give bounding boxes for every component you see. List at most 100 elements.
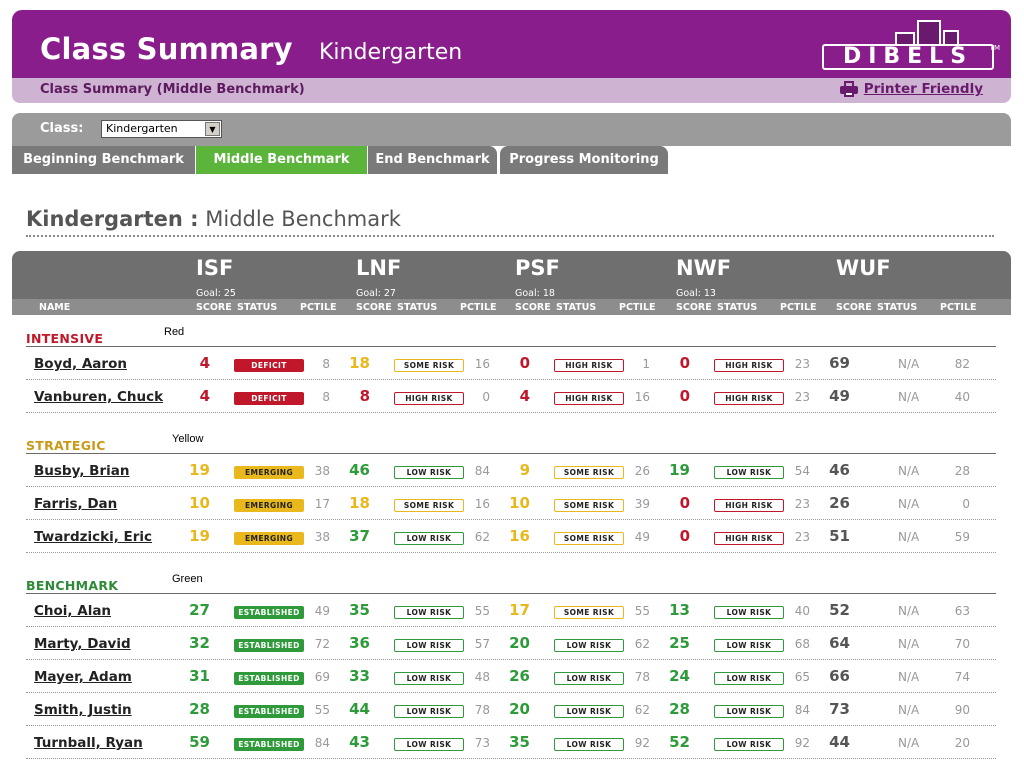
status-badge: HIGH RISK: [554, 359, 624, 372]
score-value: 19: [189, 527, 210, 545]
percentile-value: 62: [634, 637, 650, 651]
tab-beginning-benchmark[interactable]: Beginning Benchmark: [12, 146, 195, 174]
percentile-value: 65: [794, 670, 810, 684]
printer-friendly-link[interactable]: Printer Friendly: [839, 81, 983, 97]
row-divider: [26, 692, 996, 693]
status-badge: LOW RISK: [554, 672, 624, 685]
status-na: N/A: [898, 464, 920, 478]
class-select[interactable]: Kindergarten ▼: [101, 120, 222, 138]
section-heading-grade: Kindergarten :: [26, 207, 199, 231]
score-value: 52: [829, 601, 850, 619]
status-badge: SOME RISK: [394, 359, 464, 372]
score-value: 31: [189, 667, 210, 685]
student-name-link[interactable]: Mayer, Adam: [34, 669, 132, 685]
percentile-value: 74: [954, 670, 970, 684]
dibels-logo: DIBELS TM: [822, 20, 1000, 72]
student-name-link[interactable]: Busby, Brian: [34, 463, 129, 479]
tab-end-benchmark[interactable]: End Benchmark: [368, 146, 497, 174]
section-heading: Kindergarten : Middle Benchmark: [26, 207, 401, 231]
score-value: 4: [199, 354, 210, 372]
student-name-link[interactable]: Twardzicki, Eric: [34, 529, 152, 545]
goal-psf: Goal: 18: [515, 288, 555, 299]
status-badge: SOME RISK: [554, 532, 624, 545]
percentile-value: 82: [954, 357, 970, 371]
sub-header-bar: Class Summary (Middle Benchmark) Printer…: [12, 78, 1011, 103]
row-divider: [26, 758, 996, 759]
percentile-value: 23: [794, 530, 810, 544]
percentile-value: 63: [954, 604, 970, 618]
status-badge: LOW RISK: [394, 532, 464, 545]
status-na: N/A: [898, 736, 920, 750]
percentile-value: 8: [322, 390, 330, 404]
status-badge: EMERGING: [234, 499, 304, 512]
group-note: Yellow: [172, 433, 204, 445]
percentile-value: 55: [314, 703, 330, 717]
student-name-link[interactable]: Boyd, Aaron: [34, 356, 127, 372]
percentile-value: 0: [482, 390, 490, 404]
column-header-pctile-0: PCTILE: [300, 302, 337, 313]
percentile-value: 55: [634, 604, 650, 618]
status-na: N/A: [898, 497, 920, 511]
goal-nwf: Goal: 13: [676, 288, 716, 299]
status-na: N/A: [898, 357, 920, 371]
percentile-value: 68: [794, 637, 810, 651]
row-divider: [26, 519, 996, 520]
column-header-pctile-1: PCTILE: [460, 302, 497, 313]
percentile-value: 23: [794, 497, 810, 511]
student-name-link[interactable]: Farris, Dan: [34, 496, 117, 512]
class-select-value: Kindergarten: [106, 122, 178, 135]
row-divider: [26, 626, 996, 627]
status-badge: LOW RISK: [394, 466, 464, 479]
student-name-link[interactable]: Choi, Alan: [34, 603, 111, 619]
student-name-link[interactable]: Turnball, Ryan: [34, 735, 143, 751]
status-badge: ESTABLISHED: [234, 606, 304, 619]
status-badge: LOW RISK: [714, 466, 784, 479]
score-value: 44: [829, 733, 850, 751]
percentile-value: 55: [474, 604, 490, 618]
measure-header-psf: PSF: [515, 256, 560, 280]
chevron-down-icon[interactable]: ▼: [205, 122, 220, 136]
student-name-link[interactable]: Smith, Justin: [34, 702, 132, 718]
status-na: N/A: [898, 604, 920, 618]
student-name-link[interactable]: Vanburen, Chuck: [34, 389, 163, 405]
group-label-benchmark: BENCHMARK: [26, 578, 119, 593]
row-divider: [26, 552, 996, 553]
score-value: 0: [679, 387, 690, 405]
column-header-status-4: STATUS: [877, 302, 918, 313]
tab-middle-benchmark[interactable]: Middle Benchmark: [196, 146, 367, 174]
column-header-pctile-3: PCTILE: [780, 302, 817, 313]
column-header-score-0: SCORE: [196, 302, 232, 313]
score-value: 59: [189, 733, 210, 751]
score-value: 28: [189, 700, 210, 718]
row-divider: [26, 412, 996, 413]
status-badge: HIGH RISK: [714, 532, 784, 545]
score-value: 13: [669, 601, 690, 619]
tab-progress-monitoring[interactable]: Progress Monitoring: [500, 146, 668, 174]
percentile-value: 40: [794, 604, 810, 618]
student-name-link[interactable]: Marty, David: [34, 636, 131, 652]
column-header-status-1: STATUS: [397, 302, 438, 313]
status-badge: LOW RISK: [714, 639, 784, 652]
score-value: 46: [829, 461, 850, 479]
status-badge: LOW RISK: [714, 738, 784, 751]
column-header-score-2: SCORE: [515, 302, 551, 313]
column-header-pctile-2: PCTILE: [619, 302, 656, 313]
percentile-value: 20: [954, 736, 970, 750]
status-badge: LOW RISK: [714, 705, 784, 718]
column-header-status-2: STATUS: [556, 302, 597, 313]
score-value: 8: [359, 387, 370, 405]
column-header-pctile-4: PCTILE: [940, 302, 977, 313]
status-badge: SOME RISK: [554, 499, 624, 512]
percentile-value: 26: [634, 464, 650, 478]
percentile-value: 78: [474, 703, 490, 717]
percentile-value: 69: [314, 670, 330, 684]
group-label-strategic: STRATEGIC: [26, 438, 106, 453]
row-divider: [26, 486, 996, 487]
score-value: 35: [509, 733, 530, 751]
status-badge: SOME RISK: [554, 606, 624, 619]
status-badge: ESTABLISHED: [234, 738, 304, 751]
score-value: 26: [829, 494, 850, 512]
percentile-value: 48: [474, 670, 490, 684]
group-divider: [26, 453, 996, 454]
score-value: 18: [349, 354, 370, 372]
